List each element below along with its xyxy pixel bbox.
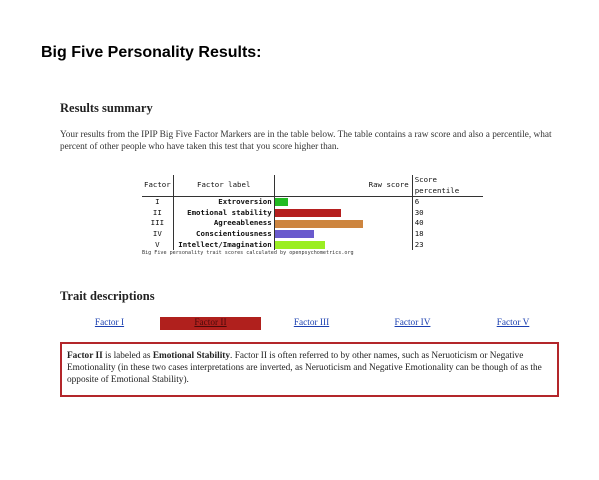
- trait-description-panel: Factor II is labeled as Emotional Stabil…: [60, 342, 559, 397]
- page-title: Big Five Personality Results:: [41, 44, 262, 61]
- results-table: Factor Factor label Raw score Score perc…: [142, 175, 483, 251]
- trait-description-text: Factor II is labeled as Emotional Stabil…: [67, 351, 542, 385]
- table-row: III Agreeableness 40: [142, 218, 483, 229]
- trait-descriptions-heading: Trait descriptions: [60, 289, 155, 303]
- score-percentile: 18: [414, 228, 424, 238]
- tab-factor-iii[interactable]: Factor III: [261, 317, 362, 330]
- score-bar: [274, 219, 363, 228]
- table-row: II Emotional stability 30: [142, 207, 483, 219]
- score-percentile: 23: [414, 239, 424, 249]
- results-summary-heading: Results summary: [60, 101, 153, 115]
- factor-numeral: II: [142, 207, 174, 219]
- factor-numeral: V: [142, 239, 174, 251]
- tab-factor-v[interactable]: Factor V: [463, 317, 563, 330]
- table-row: IV Conscientiousness 18: [142, 228, 483, 240]
- header-score-percentile: Score percentile: [412, 175, 483, 198]
- description-trait-label: Emotional Stability: [152, 351, 231, 361]
- results-table-header-row: Factor Factor label Raw score Score perc…: [142, 175, 483, 198]
- tab-factor-iv[interactable]: Factor IV: [362, 317, 463, 330]
- factor-label: Emotional stability: [173, 207, 275, 219]
- score-bar: [274, 230, 315, 239]
- chart-caption: Big Five personality trait scores calcul…: [142, 250, 354, 256]
- tab-factor-i[interactable]: Factor I: [60, 317, 159, 330]
- factor-numeral: IV: [142, 228, 174, 240]
- factor-numeral: I: [142, 196, 174, 208]
- factor-label: Conscientiousness: [173, 228, 275, 240]
- score-percentile: 30: [414, 207, 424, 217]
- header-factor-label: Factor label: [173, 175, 275, 198]
- table-row: I Extroversion 6: [142, 196, 483, 208]
- table-row: V Intellect/Imagination 23: [142, 239, 483, 251]
- score-bar: [274, 198, 288, 207]
- results-summary-text: Your results from the IPIP Big Five Fact…: [60, 130, 552, 152]
- score-percentile: 40: [414, 218, 424, 228]
- factor-numeral: III: [142, 218, 174, 229]
- score-bar: [274, 240, 326, 249]
- score-bar: [274, 209, 341, 218]
- header-factor: Factor: [142, 175, 174, 198]
- tab-factor-ii[interactable]: Factor II: [160, 317, 261, 330]
- factor-label: Agreeableness: [173, 218, 275, 229]
- factor-tabs: Factor I Factor II Factor III Factor IV …: [60, 317, 563, 330]
- header-raw-score: Raw score: [274, 175, 413, 198]
- description-factor-name: Factor II: [67, 351, 103, 361]
- factor-label: Extroversion: [173, 196, 275, 208]
- score-percentile: 6: [414, 197, 420, 207]
- factor-label: Intellect/Imagination: [173, 239, 275, 251]
